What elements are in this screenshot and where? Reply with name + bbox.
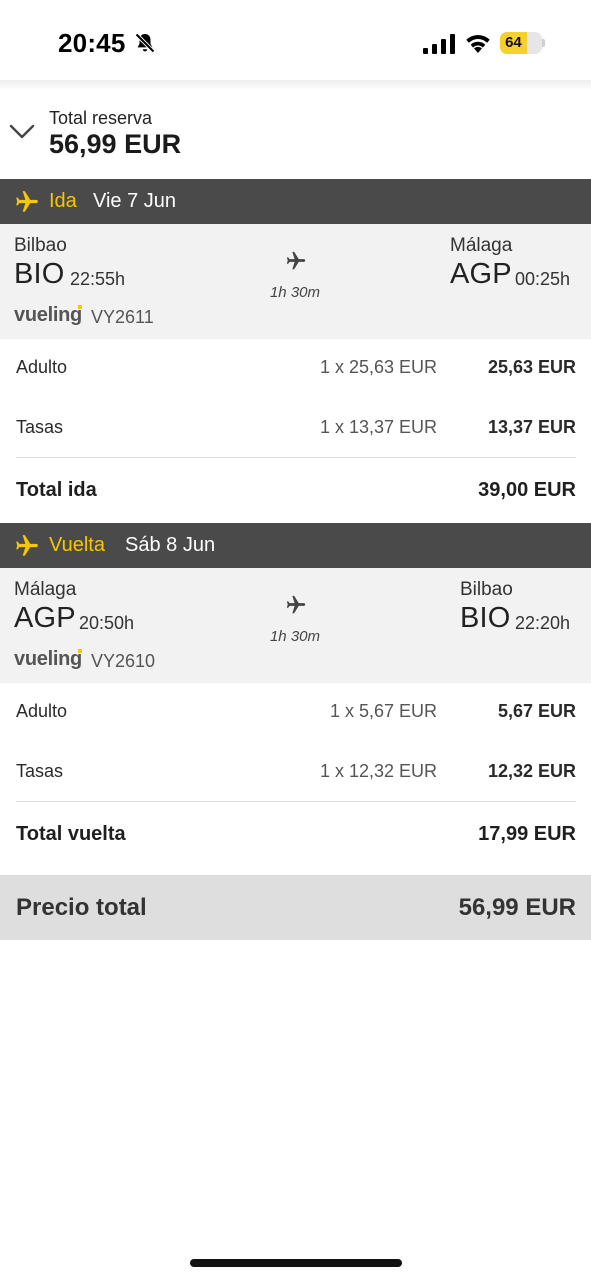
divider — [16, 457, 576, 458]
plane-icon — [286, 595, 306, 614]
battery-level-text: 64 — [505, 34, 522, 51]
status-bar: 20:45 64 — [0, 0, 591, 80]
return-total-amount: 17,99 EUR — [478, 823, 576, 845]
bell-muted-icon — [135, 33, 155, 53]
airline-logo-accent — [78, 305, 82, 309]
return-taxes-label: Tasas — [16, 761, 64, 781]
return-direction-label: Vuelta — [49, 534, 105, 556]
departure-time: 20:50h — [79, 613, 135, 633]
outbound-direction-label: Ida — [49, 190, 77, 212]
booking-total-amount: 56,99 EUR — [49, 129, 182, 159]
flight-duration: 1h 30m — [269, 628, 321, 645]
outbound-fare-calc: 1 x 25,63 EUR — [319, 357, 437, 377]
outbound-total-amount: 39,00 EUR — [478, 479, 576, 501]
battery-indicator: 64 — [500, 32, 542, 54]
chevron-down-icon[interactable] — [9, 123, 35, 141]
airline-logo-accent — [78, 649, 82, 653]
outbound-taxes-calc: 1 x 13,37 EUR — [319, 417, 437, 437]
return-section-header: Vuelta Sáb 8 Jun — [0, 523, 591, 568]
header-shadow — [0, 80, 591, 90]
destination-code: BIO — [460, 602, 511, 634]
return-taxes-amount: 12,32 EUR — [487, 761, 576, 781]
plane-icon — [286, 251, 306, 270]
outbound-flight-card: Bilbao BIO 22:55h 1h 30m Málaga AGP 00:2… — [0, 224, 591, 339]
destination-code: AGP — [450, 258, 512, 290]
booking-total-label: Total reserva — [49, 108, 153, 128]
plane-icon — [16, 191, 38, 212]
outbound-taxes-label: Tasas — [16, 417, 64, 437]
outbound-fare-amount: 25,63 EUR — [487, 357, 576, 377]
return-taxes-calc: 1 x 12,32 EUR — [319, 761, 437, 781]
flight-number: VY2610 — [91, 651, 156, 671]
grand-total-label: Precio total — [16, 894, 147, 921]
outbound-taxes-amount: 13,37 EUR — [487, 417, 576, 437]
return-flight-card: Málaga AGP 20:50h 1h 30m Bilbao BIO 22:2… — [0, 568, 591, 683]
origin-city: Bilbao — [14, 235, 67, 256]
flight-duration: 1h 30m — [269, 284, 321, 301]
airline-logo: vueling — [14, 648, 82, 670]
battery-cap — [542, 39, 545, 47]
outbound-section-header: Ida Vie 7 Jun — [0, 179, 591, 224]
arrival-time: 00:25h — [515, 269, 571, 289]
origin-code: BIO — [14, 258, 65, 290]
return-date: Sáb 8 Jun — [125, 534, 216, 556]
plane-icon — [16, 535, 38, 556]
airline-logo: vueling — [14, 304, 82, 326]
cellular-signal-icon — [423, 34, 455, 54]
departure-time: 22:55h — [70, 269, 126, 289]
destination-city: Bilbao — [460, 579, 513, 600]
grand-total-bar: Precio total 56,99 EUR — [0, 875, 591, 940]
outbound-fare-label: Adulto — [16, 357, 68, 377]
divider — [16, 801, 576, 802]
outbound-total-label: Total ida — [16, 479, 97, 501]
return-fare-label: Adulto — [16, 701, 68, 721]
home-indicator[interactable] — [190, 1259, 402, 1267]
status-time: 20:45 — [58, 28, 126, 58]
outbound-date: Vie 7 Jun — [93, 190, 177, 212]
wifi-icon — [466, 34, 490, 53]
destination-city: Málaga — [450, 235, 513, 256]
grand-total-amount: 56,99 EUR — [458, 894, 576, 921]
return-fare-calc: 1 x 5,67 EUR — [329, 701, 437, 721]
arrival-time: 22:20h — [515, 613, 571, 633]
origin-city: Málaga — [14, 579, 77, 600]
return-fare-amount: 5,67 EUR — [497, 701, 576, 721]
return-total-label: Total vuelta — [16, 823, 126, 845]
origin-code: AGP — [14, 602, 76, 634]
flight-number: VY2611 — [91, 307, 154, 327]
